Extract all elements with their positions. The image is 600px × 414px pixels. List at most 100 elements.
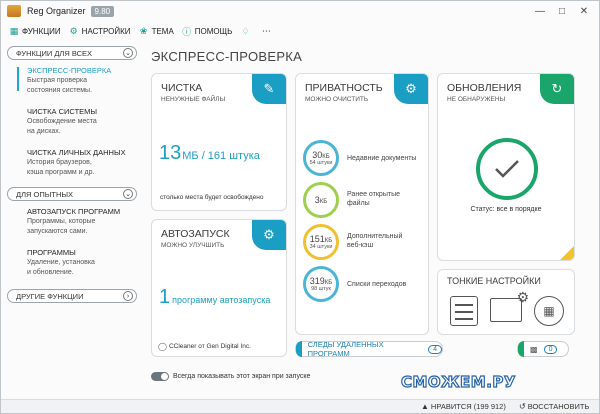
app-window: Reg Organizer 9.80 — □ ✕ ▦ ФУНКЦИИ ⚙ НАС… [0, 0, 600, 414]
removed-traces-count: 4 [428, 344, 442, 354]
sidebar-item-desc: кэша программ и др. [27, 169, 95, 176]
show-on-start-label: Всегда показывать этот экран при запуске [173, 373, 311, 380]
privacy-label-line: Списки переходов [347, 281, 407, 288]
sidebar-item-private-data[interactable]: ЧИСТКА ЛИЧНЫХ ДАННЫХ История браузеров, … [7, 148, 137, 177]
minimize-icon[interactable]: — [529, 3, 551, 19]
autorun-text: программу автозапуска [172, 295, 271, 305]
removed-traces-button[interactable]: СЛЕДЫ УДАЛЕННЫХ ПРОГРАММ 4 [295, 340, 443, 358]
sidebar-item-express-check[interactable]: ЭКСПРЕСС-ПРОВЕРКА Быстрая проверка состо… [7, 66, 137, 95]
pill-accent [296, 341, 302, 357]
privacy-label-line: Недавние документы [347, 155, 417, 162]
cleaning-footer: столько места будет освобождено [160, 194, 264, 201]
watermark-logo: СМОЖЕМ.РУ [400, 372, 516, 391]
chevron-down-icon: ⌄ [123, 189, 133, 199]
autorun-footer-row: ◯ CCleaner от Gen Digital Inc. [158, 342, 251, 351]
privacy-label-line: файлы [347, 200, 370, 207]
menu-functions-label: ФУНКЦИИ [22, 26, 61, 36]
privacy-unit: КБ [319, 199, 328, 205]
menu-theme[interactable]: ❀ ТЕМА [139, 26, 174, 36]
removed-traces-label: СЛЕДЫ УДАЛЕННЫХ ПРОГРАММ [307, 340, 384, 358]
sidebar-item-desc: История браузеров, [27, 159, 92, 166]
privacy-circle: 151КБ 34 штуки [303, 224, 339, 260]
sidebar-group-label: ДЛЯ ОПЫТНЫХ [16, 189, 74, 199]
updates-status: Статус: все в порядке [470, 206, 542, 213]
privacy-count: 54 штуки [309, 160, 333, 166]
show-on-start-toggle[interactable] [151, 372, 169, 381]
window-controls: — □ ✕ [529, 3, 595, 19]
autorun-count: 1 [159, 286, 171, 308]
sidebar-item-autorun[interactable]: АВТОЗАПУСК ПРОГРАММ Программы, которые з… [7, 207, 137, 236]
privacy-label-line: Ранее открытые [347, 191, 400, 198]
restore-icon: ↺ [519, 402, 526, 411]
sidebar-item-title: АВТОЗАПУСК ПРОГРАММ [27, 207, 121, 216]
broom-icon: ✎ [252, 74, 286, 104]
sidebar-item-desc: состояния системы. [27, 87, 93, 94]
gear-icon: ⚙ [69, 25, 78, 36]
menu-help[interactable]: ⓘ ПОМОЩЬ [182, 26, 233, 37]
sidebar-group-label: ФУНКЦИИ ДЛЯ ВСЕХ [16, 48, 93, 58]
sidebar-item-desc: Удаление, установка [27, 259, 95, 266]
menu-settings-label: НАСТРОЙКИ [81, 26, 131, 36]
menu-theme-label: ТЕМА [151, 26, 174, 36]
sidebar-item-desc: запускаются сами. [27, 228, 88, 235]
maximize-icon[interactable]: □ [551, 3, 573, 19]
ccleaner-icon: ◯ [158, 342, 167, 351]
privacy-label: Ранее открытые файлы [347, 190, 400, 208]
monitor-gear-icon[interactable]: ⚙ [490, 289, 529, 322]
autorun-card[interactable]: АВТОЗАПУСК МОЖНО УЛУЧШИТЬ ⚙ 1 программу а… [151, 219, 287, 357]
sidebar-item-title: ПРОГРАММЫ [27, 248, 76, 257]
privacy-circle: 3КБ [303, 182, 339, 218]
sidebar-group-label: ДРУГИЕ ФУНКЦИИ [16, 291, 84, 301]
sidebar-item-title: ЧИСТКА СИСТЕМЫ [27, 107, 98, 116]
menu-settings[interactable]: ⚙ НАСТРОЙКИ [69, 26, 131, 36]
sidebar-item-programs[interactable]: ПРОГРАММЫ Удаление, установка и обновлен… [7, 248, 137, 277]
autorun-amount: 1 программу автозапуска [159, 286, 270, 309]
cleaning-unit: МБ / 161 штука [182, 150, 260, 162]
sidebar-item-desc: на дисках. [27, 128, 61, 135]
menu-help-label: ПОМОЩЬ [194, 26, 233, 36]
chevron-right-icon: › [123, 291, 133, 301]
menu-bar: ▦ ФУНКЦИИ ⚙ НАСТРОЙКИ ❀ ТЕМА ⓘ ПОМОЩЬ ♢ … [1, 22, 274, 40]
apps-icon[interactable]: ▦ [534, 296, 564, 326]
close-icon[interactable]: ✕ [573, 3, 595, 19]
privacy-label-line: Дополнительный [347, 233, 403, 240]
app-logo-icon [7, 5, 21, 17]
privacy-circle: 30КБ 54 штуки [303, 140, 339, 176]
autorun-footer: CCleaner от Gen Digital Inc. [168, 343, 251, 350]
extra-button[interactable]: ▩ 0 [517, 341, 569, 357]
notifications-button[interactable]: ♢ [240, 26, 253, 36]
sidebar-group-for-all[interactable]: ФУНКЦИИ ДЛЯ ВСЕХ ⌄ [7, 46, 137, 60]
privacy-value: 30 [312, 150, 323, 160]
privacy-label-line: веб-кэш [347, 242, 374, 249]
privacy-value: 319 [309, 276, 325, 286]
extra-count: 0 [543, 344, 558, 354]
privacy-label: Дополнительный веб-кэш [347, 232, 402, 250]
privacy-value: 151 [309, 234, 325, 244]
bell-icon: ♢ [241, 25, 250, 36]
tuning-card[interactable]: ТОНКИЕ НАСТРОЙКИ ⚙ ▦ [437, 269, 575, 335]
likes-button[interactable]: ▲ НРАВИТСЯ (199 912) [421, 402, 506, 411]
privacy-label: Недавние документы [347, 154, 416, 163]
thumbs-up-icon: ▲ [421, 402, 429, 411]
check-icon [476, 138, 538, 200]
sidebar-group-advanced[interactable]: ДЛЯ ОПЫТНЫХ ⌄ [7, 187, 137, 201]
menu-functions[interactable]: ▦ ФУНКЦИИ [9, 26, 61, 36]
brush-icon: ❀ [139, 25, 148, 36]
privacy-count: 34 штуки [309, 244, 333, 250]
gears-icon: ⚙ [252, 220, 286, 250]
privacy-count: 98 штук [311, 286, 331, 292]
updates-card[interactable]: ОБНОВЛЕНИЯ НЕ ОБНАРУЖЕНЫ ↻ Статус: все в… [437, 73, 575, 261]
cleaning-card[interactable]: ЧИСТКА НЕНУЖНЫЕ ФАЙЛЫ ✎ 13МБ / 161 штука… [151, 73, 287, 211]
more-button[interactable]: ⋯ [261, 26, 274, 36]
sliders-icon[interactable] [450, 296, 478, 326]
sidebar-item-desc: и обновление. [27, 269, 74, 276]
grid-icon: ▦ [9, 25, 19, 36]
privacy-label: Списки переходов [347, 280, 406, 289]
privacy-card[interactable]: ПРИВАТНОСТЬ МОЖНО ОЧИСТИТЬ ⚙ 30КБ 54 шту… [295, 73, 429, 335]
sidebar-group-other[interactable]: ДРУГИЕ ФУНКЦИИ › [7, 289, 137, 303]
restore-button[interactable]: ↺ ВОССТАНОВИТЬ [519, 402, 589, 411]
pill-accent [518, 341, 524, 357]
corner-flag-icon [560, 246, 574, 260]
sidebar-item-system-cleaning[interactable]: ЧИСТКА СИСТЕМЫ Освобождение места на дис… [7, 107, 137, 136]
more-icon: ⋯ [261, 25, 271, 36]
